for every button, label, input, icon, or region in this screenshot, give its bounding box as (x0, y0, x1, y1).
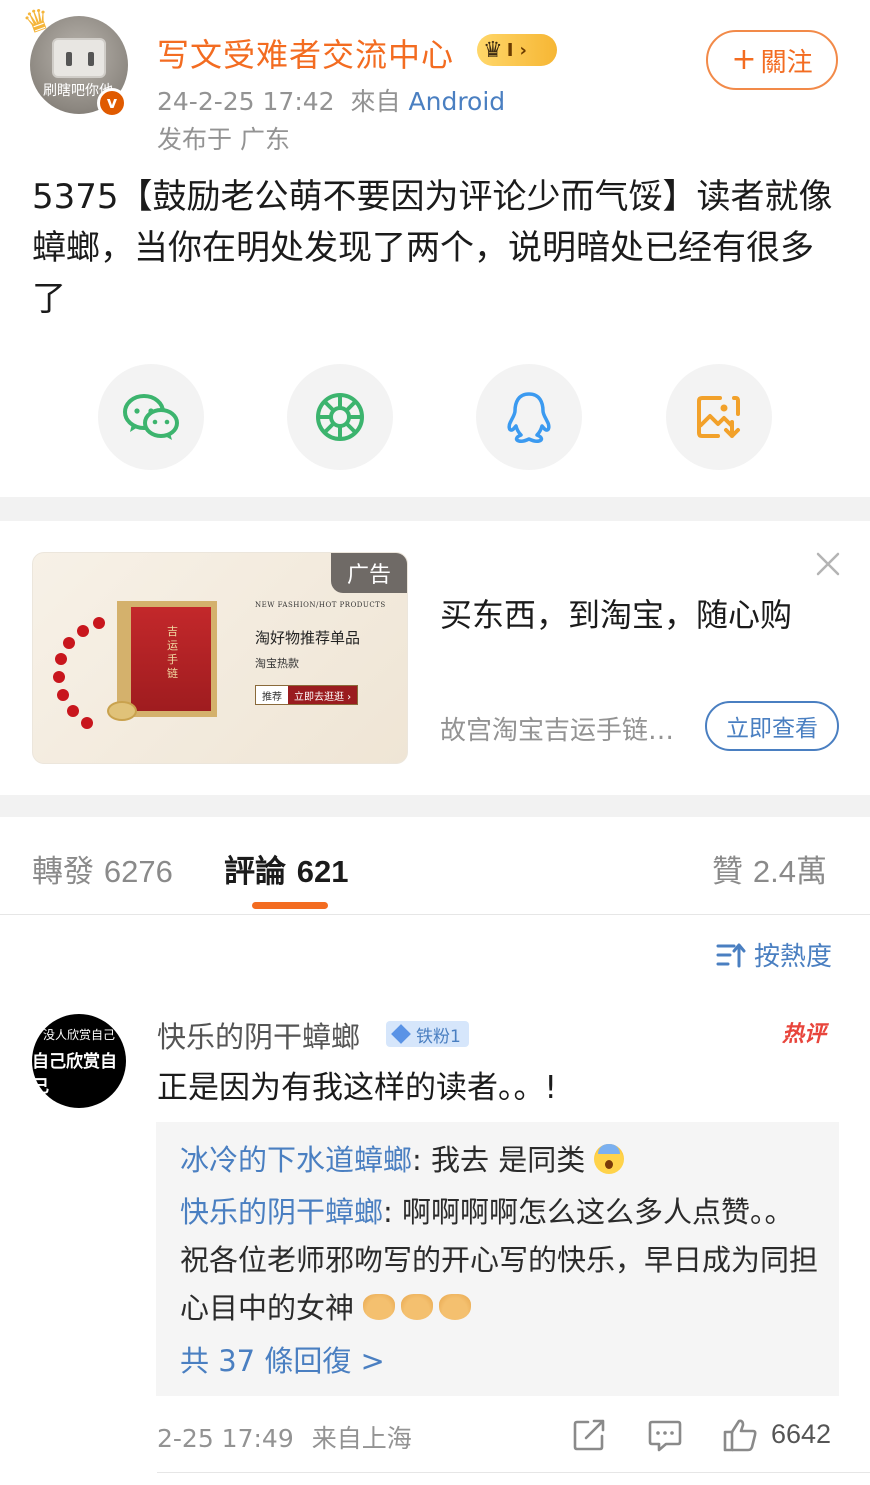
ad-pendant (107, 701, 137, 721)
reply-author[interactable]: 冰冷的下水道蟑螂 (180, 1143, 412, 1177)
comment-meta: 2-25 17:49 来自上海 (157, 1419, 412, 1455)
ad-tag: 广告 (331, 553, 407, 593)
sort-control[interactable]: 按熱度 (716, 936, 832, 973)
ad-bead (57, 689, 69, 701)
tab-repost-label: 轉發 (32, 854, 94, 890)
ad-bead (53, 671, 65, 683)
ad-bead (55, 653, 67, 665)
reply-author[interactable]: 快乐的阴干蟑螂 (180, 1195, 383, 1229)
pray-emoji-icon (363, 1294, 396, 1320)
ad-bead (63, 637, 75, 649)
ad-image[interactable]: 吉运手链 广告 NEW FASHION/HOT PRODUCTS 淘好物推荐单品… (32, 552, 408, 764)
ad-view-button[interactable]: 立即查看 (705, 701, 839, 751)
ad-product-box: 吉运手链 (117, 601, 217, 717)
diamond-icon (391, 1024, 411, 1044)
hot-comment-tag: 热评 (782, 1022, 827, 1047)
post-meta: 24-2-25 17:42 來自 Android (157, 82, 505, 118)
reply-item[interactable]: 快乐的阴干蟑螂: 啊啊啊啊怎么这么多人点赞。。祝各位老师邪吻写的开心写的快乐，早… (180, 1188, 820, 1332)
avatar-image (52, 38, 106, 78)
follow-button[interactable]: + 關注 (706, 30, 838, 90)
ad-box-text: 吉运手链 (167, 625, 178, 680)
save-image-icon (697, 396, 740, 438)
tab-divider (0, 914, 870, 915)
follow-label: 關注 (760, 47, 813, 78)
vip-badge[interactable]: ♛ I › (477, 34, 557, 66)
sort-icon (716, 943, 746, 967)
ad-description: 故宫淘宝吉运手链… (440, 716, 675, 746)
commenter-avatar-line1: 没人欣赏自己 (42, 1027, 115, 1042)
ad-pill-recommend: 推荐 (256, 686, 288, 704)
ad-pill-go: 立即去逛逛 › (288, 686, 358, 704)
comment-location: 来自上海 (311, 1424, 412, 1453)
scared-emoji-icon (594, 1144, 625, 1174)
pray-emoji-icon (401, 1294, 434, 1320)
post-location: 发布于 广东 (157, 125, 290, 154)
commenter-name[interactable]: 快乐的阴干蟑螂 (157, 1014, 360, 1056)
ad-bead (67, 705, 79, 717)
chevron-right-icon: › (519, 39, 527, 61)
ad-image-subtitle: 淘宝热款 (255, 657, 299, 670)
tab-comment-label: 評論 (224, 854, 286, 890)
save-image-button[interactable] (666, 364, 772, 470)
share-wechat-button[interactable] (98, 364, 204, 470)
vip-level: I (506, 39, 514, 61)
commenter-avatar-line2: 自己欣赏自己 (32, 1051, 117, 1097)
comment-time: 2-25 17:49 (157, 1424, 294, 1453)
sort-label: 按熱度 (754, 942, 833, 972)
tab-repost-count: 6276 (103, 854, 173, 889)
tab-repost[interactable]: 轉發 6276 (32, 846, 173, 891)
verified-icon: v (97, 88, 127, 118)
post-from-label: 來自 (350, 87, 401, 116)
fan-badge-label: 铁粉1 (416, 1026, 461, 1047)
share-icon[interactable] (572, 1418, 606, 1452)
tab-comment[interactable]: 評論 621 (224, 846, 349, 891)
ad-image-pill: 推荐 立即去逛逛 › (255, 685, 359, 705)
qq-icon (507, 392, 551, 443)
moments-icon (316, 393, 364, 441)
comment-text: 正是因为有我这样的读者。。! (157, 1070, 557, 1106)
pray-emoji-icon (439, 1294, 472, 1320)
reply-text: : 我去 是同类 (412, 1143, 586, 1177)
tab-like[interactable]: 贊 2.4萬 (712, 846, 827, 891)
comment-icon[interactable] (648, 1418, 682, 1452)
ad-image-en: NEW FASHION/HOT PRODUCTS (255, 601, 386, 609)
section-divider (0, 795, 870, 817)
author-name[interactable]: 写文受难者交流中心 (157, 30, 454, 76)
comment-like-count: 6642 (771, 1419, 832, 1449)
plus-icon: + (731, 42, 757, 77)
vip-crown-icon: ♛ (483, 37, 503, 63)
tab-like-label: 贊 (712, 854, 743, 890)
more-replies-link[interactable]: 共 37 條回復 > (180, 1338, 385, 1380)
ad-bead (77, 625, 89, 637)
commenter-avatar[interactable]: 没人欣赏自己 自己欣赏自己 (32, 1014, 126, 1108)
tab-comment-count: 621 (296, 854, 349, 889)
close-icon[interactable] (812, 548, 844, 580)
share-qq-button[interactable] (476, 364, 582, 470)
like-icon[interactable] (722, 1418, 758, 1452)
section-divider (0, 497, 870, 521)
ad-title[interactable]: 买东西，到淘宝，随心购 (440, 590, 792, 636)
post-time: 24-2-25 17:42 (157, 87, 335, 116)
ad-image-title: 淘好物推荐单品 (255, 629, 361, 647)
ad-bead (93, 617, 105, 629)
ad-bead (81, 717, 93, 729)
fan-badge[interactable]: 铁粉1 (386, 1021, 469, 1047)
comment-divider (157, 1472, 870, 1473)
tab-like-count: 2.4萬 (752, 854, 827, 889)
wechat-icon (123, 394, 179, 440)
reply-item[interactable]: 冰冷的下水道蟑螂: 我去 是同类 (180, 1136, 820, 1184)
active-tab-indicator (252, 902, 328, 909)
post-source[interactable]: Android (409, 87, 506, 116)
share-moments-button[interactable] (287, 364, 393, 470)
post-text: 5375【鼓励老公萌不要因为评论少而气馁】读者就像蟑螂，当你在明处发现了两个，说… (32, 177, 833, 319)
